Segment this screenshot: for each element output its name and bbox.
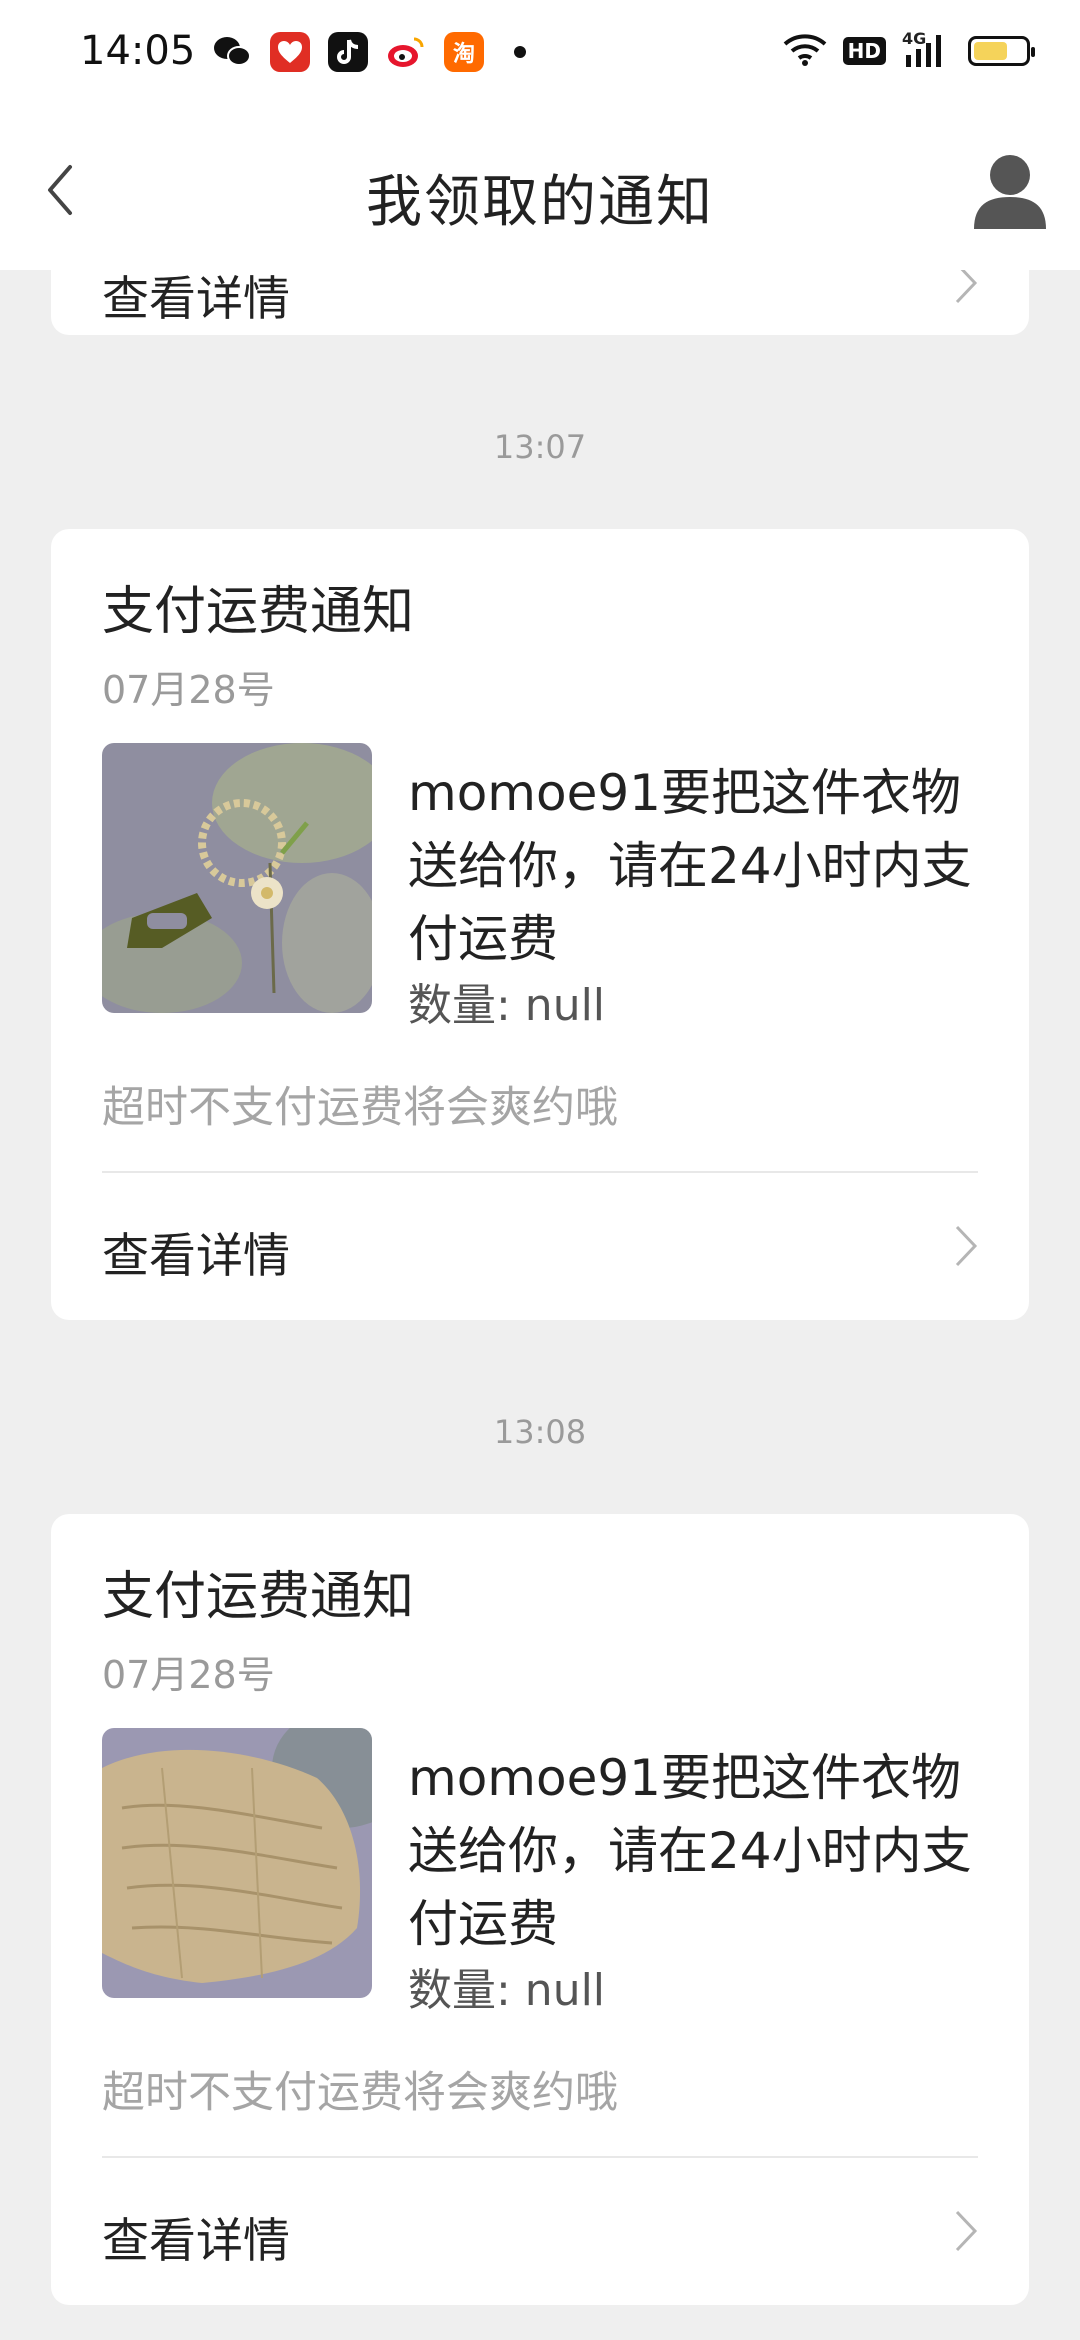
taobao-char: 淘 bbox=[452, 42, 475, 67]
battery-icon bbox=[968, 36, 1035, 66]
timestamp: 13:08 bbox=[493, 1413, 587, 1451]
notification-card: 支付运费通知 07月28号 momoe91要把这件衣物送给你，请在24小时内支付… bbox=[51, 1514, 1029, 2305]
more-notifications-icon bbox=[514, 46, 526, 58]
quantity-text: 数量: null bbox=[408, 980, 606, 1031]
user-icon bbox=[974, 155, 1046, 229]
page-title: 我领取的通知 bbox=[366, 170, 714, 235]
status-time: 14:05 bbox=[80, 28, 196, 74]
notification-icons: 淘 bbox=[212, 32, 526, 72]
pinduoduo-icon bbox=[270, 32, 310, 72]
taobao-icon: 淘 bbox=[444, 32, 484, 72]
wechat-icon bbox=[212, 32, 252, 72]
notification-title: 支付运费通知 bbox=[102, 1567, 415, 1627]
view-details-row[interactable]: 查看详情 bbox=[51, 2158, 1029, 2305]
notification-date: 07月28号 bbox=[102, 1653, 275, 1697]
timeout-warning: 超时不支付运费将会爽约哦 bbox=[102, 2068, 618, 2118]
beige-garment-photo bbox=[102, 1728, 372, 1998]
chevron-right-icon bbox=[955, 2210, 978, 2252]
notification-message: momoe91要把这件衣物送给你，请在24小时内支付运费 bbox=[408, 764, 972, 968]
tiktok-icon bbox=[328, 32, 368, 72]
timeout-warning: 超时不支付运费将会爽约哦 bbox=[102, 1083, 618, 1133]
system-icons: HD 4G bbox=[783, 29, 1035, 70]
wifi-icon bbox=[783, 32, 827, 70]
signal-icon: 4G bbox=[902, 29, 952, 69]
notification-card: 支付运费通知 07月28号 momoe91要把这件衣物送给你，请在24小时内支付… bbox=[51, 529, 1029, 1320]
view-details-row[interactable]: 查看详情 bbox=[51, 1173, 1029, 1320]
notification-title: 支付运费通知 bbox=[102, 582, 415, 642]
weibo-icon bbox=[386, 32, 426, 72]
status-bar: 14:05 淘 HD 4G bbox=[0, 0, 1080, 105]
view-details-link[interactable]: 查看详情 bbox=[102, 260, 290, 329]
hair-clip-photo bbox=[102, 743, 372, 1013]
battery-level bbox=[974, 42, 1007, 60]
notification-date: 07月28号 bbox=[102, 668, 275, 712]
user-avatar-button[interactable] bbox=[968, 147, 1052, 231]
chevron-right-icon bbox=[955, 1225, 978, 1267]
view-details-link[interactable]: 查看详情 bbox=[102, 1217, 290, 1286]
clothing-image[interactable] bbox=[102, 743, 372, 1013]
timestamp: 13:07 bbox=[493, 428, 587, 466]
nav-bar: 我领取的通知 bbox=[0, 105, 1080, 270]
notification-message: momoe91要把这件衣物送给你，请在24小时内支付运费 bbox=[408, 1749, 972, 1953]
hd-badge: HD bbox=[842, 37, 886, 65]
quantity-text: 数量: null bbox=[408, 1965, 606, 2016]
clothing-image[interactable] bbox=[102, 1728, 372, 1998]
view-details-link[interactable]: 查看详情 bbox=[102, 2202, 290, 2271]
